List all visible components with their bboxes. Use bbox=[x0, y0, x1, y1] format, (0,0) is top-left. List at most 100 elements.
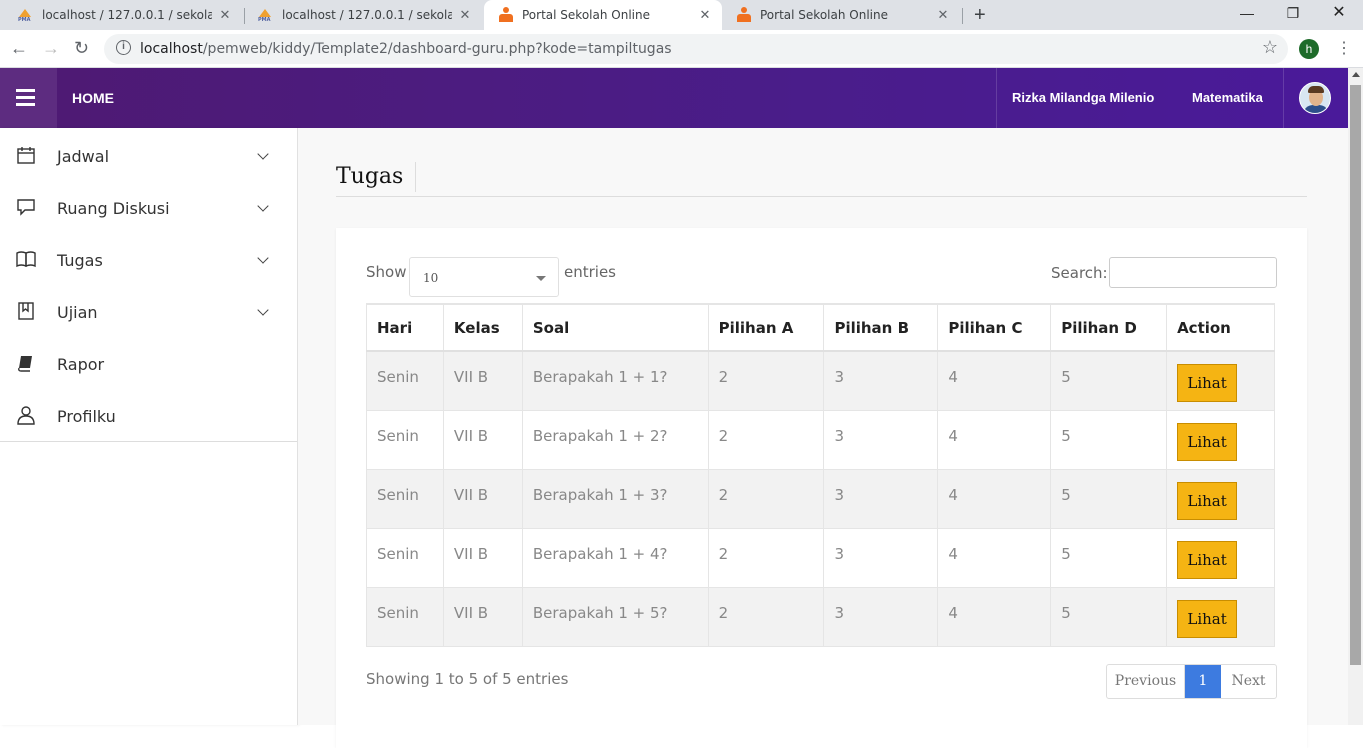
lihat-button[interactable]: Lihat bbox=[1177, 364, 1238, 402]
sidebar-item-profilku[interactable]: Profilku bbox=[0, 390, 297, 442]
page-1-button[interactable]: 1 bbox=[1185, 665, 1221, 698]
sidebar-item-tugas[interactable]: Tugas bbox=[0, 234, 297, 286]
cell-pilihan-b: 3 bbox=[823, 350, 939, 411]
column-header-kelas[interactable]: Kelas bbox=[442, 303, 523, 352]
calendar-icon bbox=[17, 147, 35, 164]
entries-select[interactable]: 10 bbox=[409, 257, 559, 297]
restore-icon[interactable]: ❐ bbox=[1270, 0, 1316, 30]
scrollbar-thumb[interactable] bbox=[1350, 85, 1361, 665]
cell-pilihan-a: 2 bbox=[707, 350, 825, 411]
column-header-pilihan-c[interactable]: Pilihan C bbox=[937, 303, 1052, 352]
url-host: localhost bbox=[140, 41, 203, 57]
phpmyadmin-icon: PMA bbox=[18, 9, 34, 23]
lihat-button[interactable]: Lihat bbox=[1177, 540, 1238, 579]
cell-soal: Berapakah 1 + 2? bbox=[521, 409, 709, 470]
close-icon[interactable]: ✕ bbox=[218, 8, 232, 23]
lihat-button[interactable]: Lihat bbox=[1177, 422, 1238, 461]
close-icon[interactable]: ✕ bbox=[698, 8, 712, 23]
tab-title: Portal Sekolah Online bbox=[522, 8, 650, 22]
scroll-up-icon[interactable] bbox=[1352, 72, 1360, 77]
column-header-hari[interactable]: Hari bbox=[366, 303, 444, 352]
column-header-action[interactable]: Action bbox=[1166, 303, 1275, 352]
column-header-pilihan-b[interactable]: Pilihan B bbox=[823, 303, 939, 352]
lihat-button[interactable]: Lihat bbox=[1177, 481, 1238, 520]
browser-profile-avatar[interactable]: h bbox=[1299, 39, 1319, 59]
book-open-icon bbox=[16, 251, 36, 268]
url-path: /pemweb/kiddy/Template2/dashboard-guru.p… bbox=[202, 41, 672, 57]
next-page-button[interactable]: Next bbox=[1221, 665, 1276, 698]
chat-icon bbox=[17, 199, 35, 216]
tab-title: localhost / 127.0.0.1 / sekolah / s bbox=[42, 8, 212, 22]
pagination: Previous 1 Next bbox=[1106, 664, 1277, 699]
header-divider bbox=[1283, 68, 1284, 128]
cell-pilihan-d: 5 bbox=[1050, 468, 1168, 529]
cell-soal: Berapakah 1 + 3? bbox=[521, 468, 709, 529]
book-icon bbox=[18, 356, 32, 372]
entries-select-value: 10 bbox=[423, 271, 439, 285]
tab-separator bbox=[962, 8, 963, 24]
title-divider bbox=[336, 196, 1307, 197]
school-icon bbox=[736, 7, 752, 23]
main-content: Tugas Show 10 entries Search: Hari Kelas… bbox=[298, 128, 1348, 748]
browser-tab-bar: PMA localhost / 127.0.0.1 / sekolah / s … bbox=[0, 0, 1363, 30]
caret-down-icon bbox=[536, 276, 546, 281]
sidebar-divider bbox=[0, 441, 297, 442]
cell-pilihan-d: 5 bbox=[1050, 350, 1168, 411]
lihat-button[interactable]: Lihat bbox=[1177, 599, 1238, 638]
cell-hari: Senin bbox=[366, 468, 444, 529]
forward-icon[interactable]: → bbox=[42, 38, 60, 59]
phpmyadmin-icon: PMA bbox=[258, 9, 274, 23]
page-scrollbar[interactable] bbox=[1348, 68, 1363, 725]
info-icon[interactable]: i bbox=[116, 40, 131, 55]
sidebar-item-label: Tugas bbox=[57, 251, 103, 270]
search-input[interactable] bbox=[1109, 257, 1277, 288]
table-info: Showing 1 to 5 of 5 entries bbox=[366, 670, 569, 688]
home-link[interactable]: HOME bbox=[72, 90, 114, 106]
table-card: Show 10 entries Search: Hari Kelas Soal … bbox=[336, 228, 1307, 748]
table-row: Senin VII B Berapakah 1 + 4? 2 3 4 5 Lih… bbox=[366, 527, 1275, 588]
tab-title: localhost / 127.0.0.1 / sekolah / n bbox=[282, 8, 452, 22]
previous-page-button[interactable]: Previous bbox=[1107, 665, 1185, 698]
cell-pilihan-c: 4 bbox=[937, 586, 1052, 647]
url-text: localhost/pemweb/kiddy/Template2/dashboa… bbox=[140, 41, 672, 57]
cell-action: Lihat bbox=[1166, 527, 1275, 588]
page-title: Tugas bbox=[336, 162, 417, 192]
minimize-icon[interactable]: — bbox=[1224, 0, 1270, 30]
cell-pilihan-d: 5 bbox=[1050, 409, 1168, 470]
browser-tab[interactable]: PMA localhost / 127.0.0.1 / sekolah / n … bbox=[244, 0, 482, 30]
bookmark-star-icon[interactable]: ☆ bbox=[1262, 37, 1278, 58]
bookmark-icon bbox=[18, 302, 34, 320]
sidebar-item-jadwal[interactable]: Jadwal bbox=[0, 130, 297, 182]
browser-tab[interactable]: Portal Sekolah Online ✕ bbox=[722, 0, 960, 30]
cell-soal: Berapakah 1 + 1? bbox=[521, 350, 709, 411]
school-icon bbox=[498, 7, 514, 23]
url-field[interactable]: i localhost/pemweb/kiddy/Template2/dashb… bbox=[104, 34, 1288, 64]
table-row: Senin VII B Berapakah 1 + 3? 2 3 4 5 Lih… bbox=[366, 468, 1275, 529]
reload-icon[interactable]: ↻ bbox=[74, 38, 89, 59]
browser-tab-active[interactable]: Portal Sekolah Online ✕ bbox=[484, 0, 722, 30]
header-subject[interactable]: Matematika bbox=[1192, 90, 1263, 105]
window-close-icon[interactable]: ✕ bbox=[1316, 0, 1362, 30]
back-icon[interactable]: ← bbox=[10, 38, 28, 59]
hamburger-menu-icon[interactable] bbox=[0, 68, 57, 128]
close-icon[interactable]: ✕ bbox=[936, 8, 950, 23]
browser-menu-icon[interactable]: ⋮ bbox=[1336, 38, 1352, 58]
sidebar-item-ujian[interactable]: Ujian bbox=[0, 286, 297, 338]
column-header-pilihan-a[interactable]: Pilihan A bbox=[707, 303, 825, 352]
data-table: Hari Kelas Soal Pilihan A Pilihan B Pili… bbox=[366, 303, 1275, 647]
browser-tab[interactable]: PMA localhost / 127.0.0.1 / sekolah / s … bbox=[4, 0, 242, 30]
cell-pilihan-b: 3 bbox=[823, 409, 939, 470]
cell-pilihan-b: 3 bbox=[823, 468, 939, 529]
new-tab-icon[interactable]: + bbox=[974, 4, 986, 27]
table-row: Senin VII B Berapakah 1 + 1? 2 3 4 5 Lih… bbox=[366, 350, 1275, 411]
cell-pilihan-c: 4 bbox=[937, 527, 1052, 588]
header-user-name[interactable]: Rizka Milandga Milenio bbox=[1012, 90, 1154, 105]
sidebar-item-ruang-diskusi[interactable]: Ruang Diskusi bbox=[0, 182, 297, 234]
cell-action: Lihat bbox=[1166, 409, 1275, 470]
column-header-pilihan-d[interactable]: Pilihan D bbox=[1050, 303, 1168, 352]
column-header-soal[interactable]: Soal bbox=[521, 303, 709, 352]
sidebar-item-rapor[interactable]: Rapor bbox=[0, 338, 297, 390]
close-icon[interactable]: ✕ bbox=[458, 8, 472, 23]
avatar[interactable] bbox=[1299, 82, 1331, 114]
entries-label: entries bbox=[564, 263, 616, 281]
